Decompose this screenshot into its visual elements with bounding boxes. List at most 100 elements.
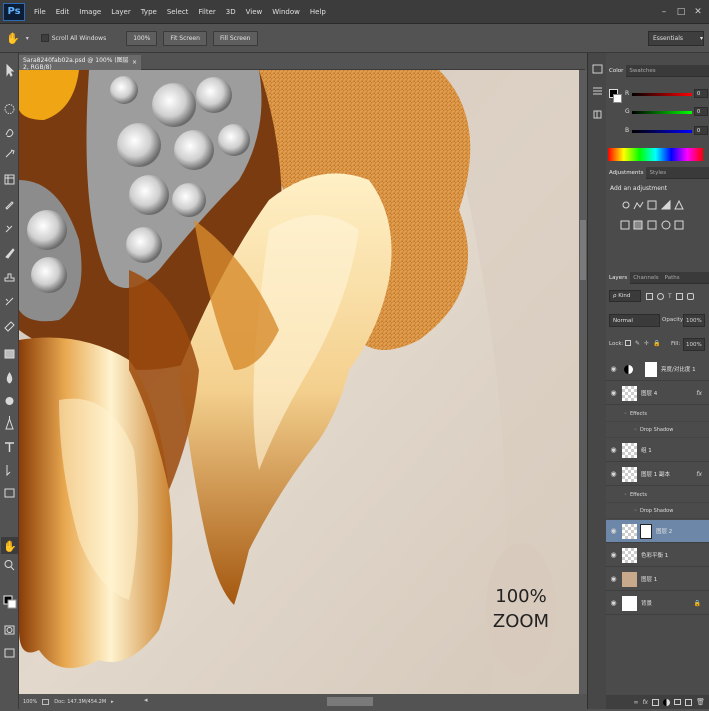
tab-layers[interactable]: Layers (606, 271, 631, 284)
layer-thumb[interactable] (622, 547, 637, 563)
layer-thumb[interactable] (622, 571, 637, 587)
type-filter-icon[interactable]: T (668, 293, 672, 300)
checkbox-box[interactable] (40, 34, 49, 42)
new-layer-icon[interactable] (685, 698, 693, 706)
layer-name[interactable]: 图层 2 (656, 527, 672, 535)
menu-3d[interactable]: 3D (221, 8, 241, 16)
lock-position-icon[interactable]: ✛ (644, 340, 649, 347)
adjustment-filter-icon[interactable] (657, 292, 664, 300)
visibility-eye-icon[interactable]: ◉ (606, 365, 621, 373)
tab-adjustments[interactable]: Adjustments (606, 166, 647, 179)
menu-view[interactable]: View (241, 8, 268, 16)
layer-name[interactable]: 亮度/对比度 1 (661, 365, 696, 373)
layer-thumb[interactable] (622, 523, 637, 539)
status-arrow-icon[interactable]: ▸ (111, 699, 114, 705)
shape-filter-icon[interactable] (675, 292, 683, 300)
scroll-all-windows-checkbox[interactable]: Scroll All Windows (40, 34, 106, 42)
close-tab-icon[interactable]: × (132, 59, 137, 66)
r-track[interactable] (632, 93, 692, 96)
color-ramp[interactable] (608, 148, 703, 161)
blend-mode-select[interactable]: Normal (609, 314, 660, 327)
tab-swatches[interactable]: Swatches (626, 65, 658, 77)
fill-value[interactable]: 100% (683, 338, 705, 351)
adjustment-icons[interactable] (620, 199, 700, 239)
new-adjustment-icon[interactable] (663, 698, 671, 706)
visibility-eye-icon[interactable]: ◉ (606, 527, 621, 535)
lock-transparent-icon[interactable] (625, 340, 631, 346)
document-canvas[interactable]: 100% ZOOM (19, 70, 579, 694)
layer-row[interactable]: ◉ 色彩平衡 1 (606, 544, 709, 567)
menu-select[interactable]: Select (162, 8, 194, 16)
menu-help[interactable]: Help (305, 8, 331, 16)
tab-channels[interactable]: Channels (630, 272, 661, 284)
menu-layer[interactable]: Layer (106, 8, 136, 16)
layer-thumb[interactable] (622, 442, 637, 458)
lock-all-icon[interactable]: 🔒 (653, 340, 660, 347)
zoom-100-button[interactable]: 100% (126, 30, 158, 46)
tab-color[interactable]: Color (606, 64, 627, 77)
hand-icon[interactable]: ✋ (6, 32, 20, 45)
layer-row[interactable]: ◉ 组 1 (606, 439, 709, 462)
layer-row[interactable]: ◉ 亮度/对比度 1 (606, 358, 709, 381)
drop-shadow-eye-icon[interactable]: ◦ (634, 427, 637, 433)
maximize-button[interactable]: □ (674, 6, 688, 18)
layer-name[interactable]: 图层 4 (641, 389, 657, 397)
visibility-eye-icon[interactable]: ◉ (606, 470, 621, 478)
layer-row[interactable]: ◉ 背景 🔒 (606, 592, 709, 615)
horizontal-scrollbar[interactable]: ◂ (142, 694, 579, 709)
fill-screen-button[interactable]: Fill Screen (212, 30, 258, 46)
close-button[interactable]: ✕ (691, 6, 705, 18)
vertical-scroll-thumb[interactable] (580, 220, 586, 280)
opacity-value[interactable]: 100% (683, 314, 705, 327)
add-mask-icon[interactable] (652, 698, 660, 706)
visibility-eye-icon[interactable]: ◉ (606, 446, 621, 454)
layer-row[interactable]: ◉ 图层 4 fx (606, 382, 709, 405)
drop-shadow-row[interactable]: ◦ Drop Shadow (606, 422, 709, 438)
b-value[interactable]: 0 (694, 126, 708, 135)
menu-window[interactable]: Window (267, 8, 305, 16)
b-track[interactable] (632, 130, 692, 133)
visibility-eye-icon[interactable]: ◉ (606, 389, 621, 397)
document-tab[interactable]: Sara8240fab02a.psd @ 100% (图层 2, RGB/8) … (19, 55, 141, 71)
layer-name[interactable]: 背景 (641, 599, 652, 607)
trash-icon[interactable]: 🗑 (696, 698, 705, 706)
workspace-select[interactable]: Essentials ▾ (648, 31, 704, 46)
add-style-icon[interactable]: fx (642, 699, 648, 706)
visibility-eye-icon[interactable]: ◉ (606, 599, 621, 607)
layer-name[interactable]: 色彩平衡 1 (641, 551, 668, 559)
scroll-left-icon[interactable]: ◂ (144, 696, 148, 704)
b-slider[interactable]: B 0 (625, 126, 709, 137)
layer-thumb[interactable] (622, 595, 637, 611)
pixel-filter-icon[interactable] (646, 292, 653, 300)
visibility-eye-icon[interactable]: ◉ (606, 575, 621, 583)
menu-filter[interactable]: Filter (193, 8, 220, 16)
layer-effects-row[interactable]: ◦ Effects (606, 406, 709, 422)
menu-image[interactable]: Image (74, 8, 106, 16)
g-slider[interactable]: G 0 (625, 107, 709, 118)
link-layers-icon[interactable]: ∞ (633, 699, 638, 706)
r-slider[interactable]: R 0 (625, 89, 709, 100)
drop-shadow-eye-icon[interactable]: ◦ (634, 508, 637, 514)
layer-thumb[interactable] (622, 385, 637, 401)
layer-effects-row[interactable]: ◦ Effects (606, 487, 709, 503)
tab-styles[interactable]: Styles (646, 167, 669, 179)
layer-row[interactable]: ◉ 图层 1 副本 fx (606, 463, 709, 486)
status-zoom[interactable]: 100% (23, 699, 37, 705)
g-track[interactable] (632, 111, 692, 114)
menu-edit[interactable]: Edit (51, 8, 75, 16)
r-value[interactable]: 0 (694, 89, 708, 98)
fit-screen-button[interactable]: Fit Screen (163, 30, 207, 46)
tool-preset-chevron-icon[interactable]: ▾ (26, 35, 29, 42)
kind-filter-select[interactable]: ρ Kind (609, 290, 641, 302)
minimize-button[interactable]: – (657, 6, 671, 18)
layer-mask-thumb[interactable] (645, 361, 657, 377)
fx-badge[interactable]: fx (696, 390, 702, 397)
layer-name[interactable]: 图层 1 (641, 575, 657, 583)
layer-name[interactable]: 组 1 (641, 446, 652, 454)
lock-icons[interactable]: ✎ ✛ 🔒 (625, 340, 661, 347)
menu-file[interactable]: File (29, 8, 51, 16)
new-group-icon[interactable] (674, 699, 682, 705)
bg-color-chip[interactable] (613, 94, 622, 103)
layer-filter-icons[interactable]: T (646, 291, 706, 301)
export-icon[interactable] (42, 698, 50, 705)
